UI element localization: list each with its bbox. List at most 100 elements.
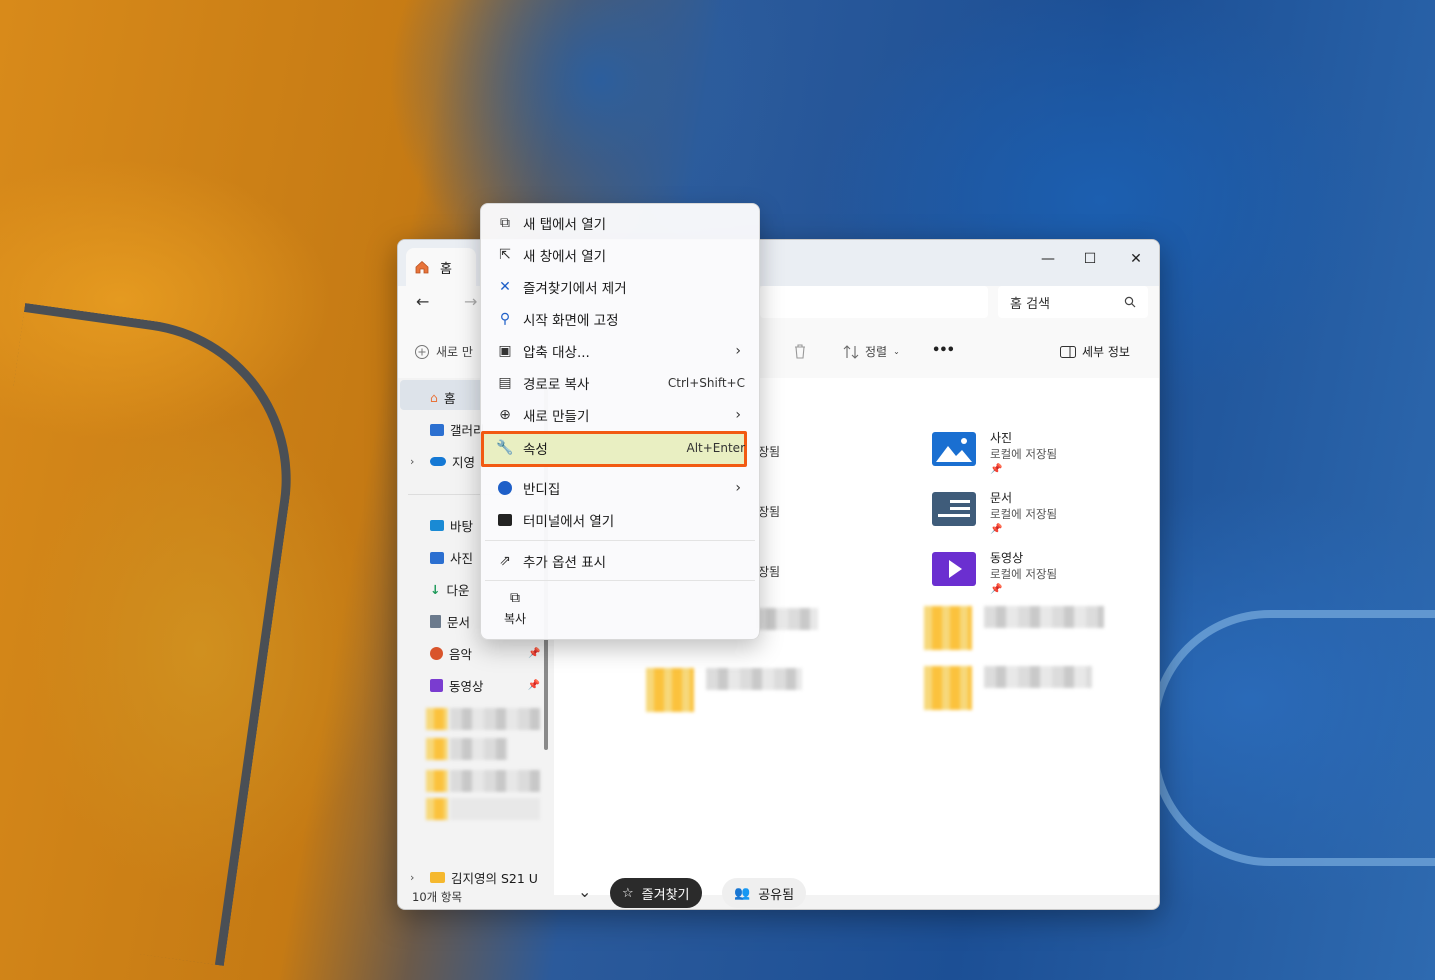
sidebar-label: 동영상 — [449, 679, 484, 694]
wallpaper-road-blue — [1150, 610, 1435, 866]
chip-label: 즐겨찾기 — [641, 887, 690, 903]
sidebar-item-music[interactable]: 음악 📌 — [430, 644, 540, 663]
quick-access-title: 문서 — [990, 491, 1013, 505]
chevron-right-icon: › — [410, 455, 415, 468]
sidebar-item-desktop[interactable]: 바탕 — [430, 516, 473, 535]
sidebar-label: 문서 — [447, 615, 471, 630]
partial-text: 장됨 — [758, 505, 781, 519]
unpin-icon: ✕ — [499, 279, 511, 295]
music-icon — [430, 647, 443, 660]
menu-item-bandizip[interactable]: 반디집 › — [487, 473, 753, 503]
menu-label: 추가 옵션 표시 — [523, 555, 607, 571]
menu-item-terminal[interactable]: 터미널에서 열기 — [487, 505, 753, 535]
blurred-folder-icon — [426, 798, 448, 820]
menu-separator — [485, 540, 755, 541]
sidebar-item-device[interactable]: › 김지영의 S21 U — [410, 868, 538, 887]
download-icon: ↓ — [430, 582, 441, 597]
gallery-icon — [430, 423, 444, 436]
open-new-tab-icon: ⧉ — [500, 215, 510, 231]
sidebar-item-home[interactable]: ⌂ 홈 — [430, 388, 455, 407]
minimize-button[interactable]: — — [1028, 248, 1068, 270]
sidebar-label: 홈 — [443, 391, 456, 406]
sidebar-item-documents[interactable]: 문서 — [430, 612, 470, 631]
sort-button[interactable]: 정렬 ⌄ — [843, 343, 900, 360]
menu-label: 새 창에서 열기 — [523, 249, 607, 265]
chevron-right-icon: › — [410, 871, 415, 884]
sidebar-label: 음악 — [449, 647, 473, 662]
chevron-right-icon: › — [735, 480, 741, 496]
forward-arrow-icon[interactable]: → — [464, 292, 477, 311]
copy-label: 복사 — [503, 612, 527, 626]
menu-item-remove-favorite[interactable]: ✕ 즐겨찾기에서 제거 — [487, 272, 753, 302]
collapse-chevron-icon[interactable]: ⌄ — [578, 882, 591, 901]
sidebar-item-gallery[interactable]: 갤러리 — [430, 420, 485, 439]
menu-item-new[interactable]: ⊕ 새로 만들기 › — [487, 400, 753, 430]
sidebar-item-downloads[interactable]: ↓ 다운 — [430, 580, 470, 599]
sidebar-label: 다운 — [446, 583, 470, 598]
tab-home[interactable]: 홈 — [406, 248, 476, 286]
back-arrow-icon[interactable]: ← — [416, 292, 429, 311]
menu-shortcut: Ctrl+Shift+C — [667, 376, 745, 390]
search-icon — [1124, 296, 1136, 308]
menu-item-pin-start[interactable]: ⚲ 시작 화면에 고정 — [487, 304, 753, 334]
home-icon — [415, 260, 429, 274]
menu-separator — [485, 580, 755, 581]
partial-text: 장됨 — [758, 565, 781, 579]
pin-icon: 📌 — [528, 648, 541, 659]
details-label: 세부 정보 — [1082, 345, 1130, 359]
menu-item-open-new-window[interactable]: ⇱ 새 창에서 열기 — [487, 240, 753, 270]
favorites-chip[interactable]: ☆ 즐겨찾기 — [610, 878, 702, 908]
menu-label: 새 탭에서 열기 — [523, 217, 607, 233]
menu-label: 터미널에서 열기 — [523, 514, 615, 530]
menu-item-more-options[interactable]: ⇗ 추가 옵션 표시 — [487, 546, 753, 576]
context-menu: ⧉ 새 탭에서 열기 ⇱ 새 창에서 열기 ✕ 즐겨찾기에서 제거 ⚲ 시작 화… — [480, 203, 760, 640]
star-icon: ☆ — [622, 885, 634, 901]
chevron-down-icon: ⌄ — [893, 347, 900, 356]
sidebar-item-videos[interactable]: 동영상 📌 — [430, 676, 540, 695]
blurred-folder-icon — [426, 738, 448, 760]
menu-item-compress[interactable]: ▣ 압축 대상... › — [487, 336, 753, 366]
delete-button[interactable] — [793, 343, 807, 359]
sidebar-item-onedrive[interactable]: › 지영 — [410, 452, 475, 471]
details-pane-button[interactable]: 세부 정보 — [1060, 343, 1130, 360]
close-button[interactable]: ✕ — [1116, 248, 1156, 270]
quick-access-pictures[interactable]: 사진 로컬에 저장됨 📌 — [932, 430, 1057, 478]
menu-label: 새로 만들기 — [523, 409, 590, 425]
chevron-right-icon: › — [735, 407, 741, 423]
copy-icon: ⧉ — [510, 590, 520, 606]
menu-item-open-new-tab[interactable]: ⧉ 새 탭에서 열기 — [487, 208, 753, 238]
quick-access-videos[interactable]: 동영상 로컬에 저장됨 📌 — [932, 550, 1057, 598]
quick-access-sub: 로컬에 저장됨 — [990, 567, 1058, 581]
menu-item-properties[interactable]: 🔧 속성 Alt+Enter — [487, 433, 753, 463]
more-options-icon: ⇗ — [499, 553, 511, 569]
shared-chip[interactable]: 👥 공유됨 — [722, 878, 807, 908]
sidebar-label: 김지영의 S21 U — [451, 871, 538, 886]
more-options-button[interactable]: ••• — [932, 343, 955, 358]
address-bar[interactable] — [760, 286, 988, 318]
folder-icon — [430, 872, 445, 883]
search-box[interactable]: 홈 검색 — [998, 286, 1148, 318]
open-new-window-icon: ⇱ — [499, 247, 511, 263]
menu-copy-button[interactable]: ⧉ 복사 — [495, 590, 535, 627]
blurred-folder-icon — [924, 606, 972, 650]
sidebar-item-pictures[interactable]: 사진 — [430, 548, 473, 567]
menu-item-copy-path[interactable]: ▤ 경로로 복사 Ctrl+Shift+C — [487, 368, 753, 398]
pin-icon: 📌 — [990, 464, 1003, 475]
partial-text: 장됨 — [758, 445, 781, 459]
blurred-folder-icon — [646, 668, 694, 712]
plus-circle-icon — [415, 344, 429, 359]
menu-shortcut: Alt+Enter — [686, 441, 745, 455]
blurred-folder-icon — [426, 708, 448, 730]
zip-icon: ▣ — [498, 343, 512, 359]
blurred-item — [450, 798, 540, 820]
maximize-button[interactable]: ☐ — [1070, 248, 1110, 270]
search-placeholder: 홈 검색 — [1010, 296, 1051, 312]
new-button[interactable]: 새로 만 — [414, 343, 473, 360]
quick-access-documents[interactable]: 문서 로컬에 저장됨 📌 — [932, 490, 1057, 538]
quick-access-title: 동영상 — [990, 551, 1024, 565]
quick-access-sub: 로컬에 저장됨 — [990, 447, 1058, 461]
pin-icon: 📌 — [527, 680, 540, 691]
blurred-item — [706, 668, 802, 690]
terminal-icon — [487, 514, 523, 526]
videos-icon — [430, 679, 443, 692]
